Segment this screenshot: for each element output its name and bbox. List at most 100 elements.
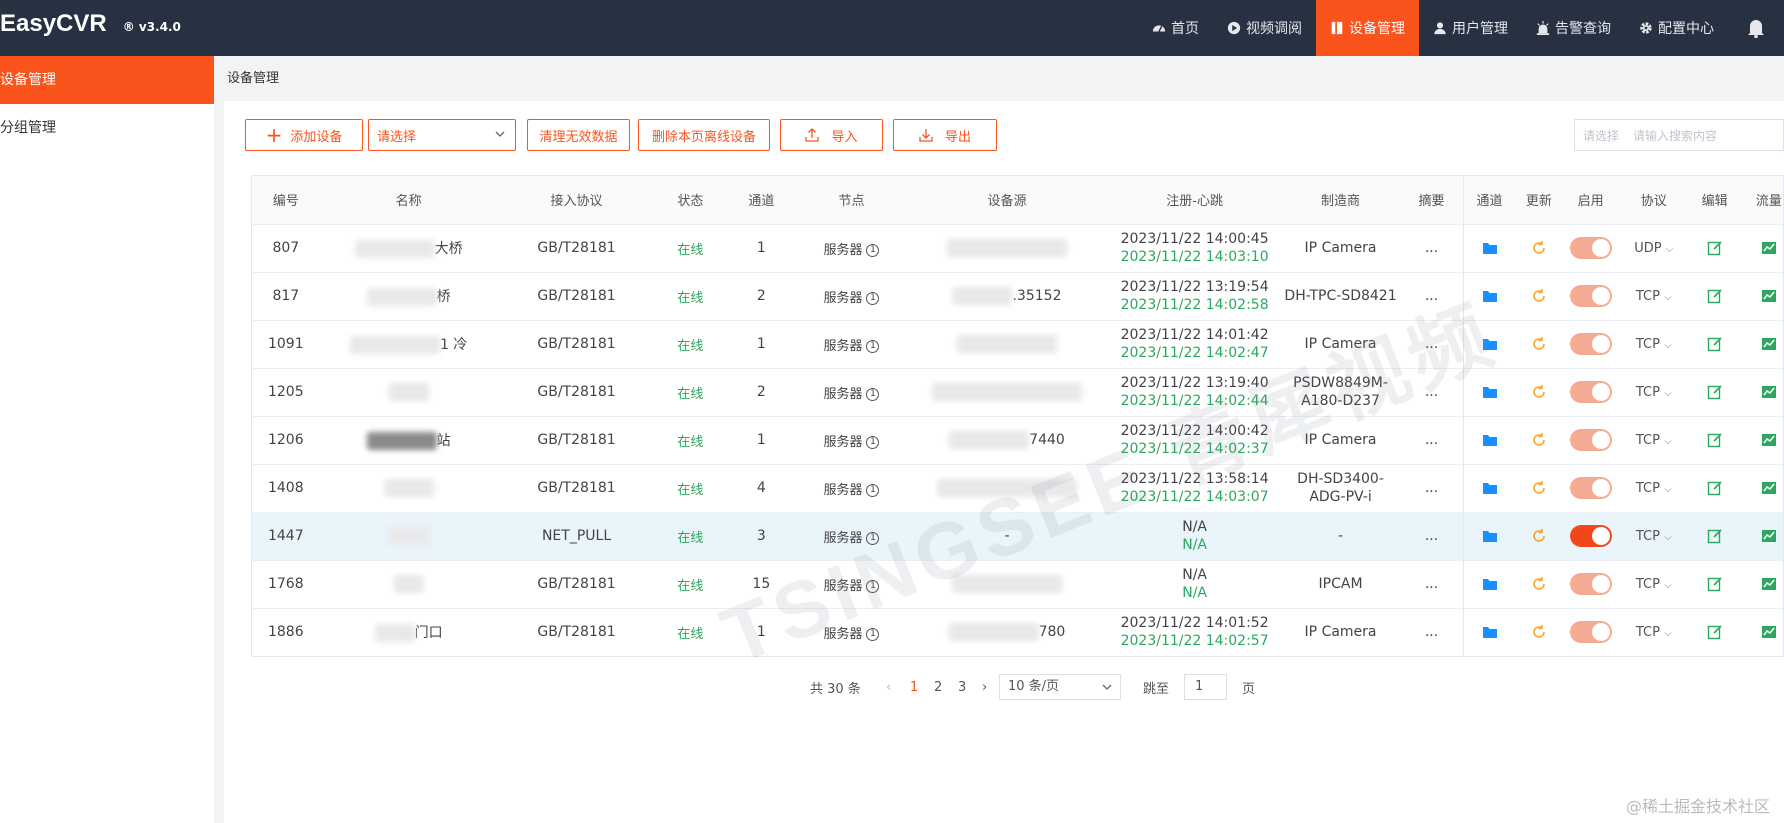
export-button[interactable]: 导出 xyxy=(893,119,997,151)
col-node[interactable]: 节点 xyxy=(797,176,906,225)
cell-summary[interactable]: ... xyxy=(1400,368,1464,417)
info-icon[interactable]: 1 xyxy=(866,435,880,449)
line-chart-icon[interactable] xyxy=(1761,384,1777,400)
table-row[interactable]: 1886 门口 GB/T28181 在线 1 服务器 1 780 2023/11/22 14:0… xyxy=(252,608,1783,656)
cell-summary[interactable]: ... xyxy=(1400,272,1464,321)
col-status[interactable]: 状态 xyxy=(655,176,726,225)
next-page-button[interactable]: › xyxy=(982,680,987,695)
edit-icon[interactable] xyxy=(1707,288,1723,304)
refresh-icon[interactable] xyxy=(1531,432,1547,448)
nav-device[interactable]: 设备管理 xyxy=(1316,0,1419,56)
info-icon[interactable]: 1 xyxy=(866,483,880,497)
page-3[interactable]: 3 xyxy=(958,680,966,695)
filter-select[interactable]: 请选择 xyxy=(368,119,516,151)
import-button[interactable]: 导入 xyxy=(780,119,883,151)
search-box[interactable]: 请选择 请输入搜索内容 xyxy=(1574,119,1784,151)
edit-icon[interactable] xyxy=(1707,576,1723,592)
col-source[interactable]: 设备源 xyxy=(905,176,1109,225)
search-input[interactable]: 请输入搜索内容 xyxy=(1633,127,1717,144)
line-chart-icon[interactable] xyxy=(1761,432,1777,448)
edit-icon[interactable] xyxy=(1707,480,1723,496)
refresh-icon[interactable] xyxy=(1531,288,1547,304)
refresh-icon[interactable] xyxy=(1531,384,1547,400)
info-icon[interactable]: 1 xyxy=(866,291,880,305)
clear-invalid-button[interactable]: 清理无效数据 xyxy=(527,119,630,151)
cell-summary[interactable]: ... xyxy=(1400,560,1464,609)
table-row[interactable]: 807 大桥 GB/T28181 在线 1 服务器 1 2023/11/22 14:00:45… xyxy=(252,224,1783,273)
cell-proto[interactable]: TCP ⌵ xyxy=(1618,272,1689,321)
cell-proto[interactable]: TCP ⌵ xyxy=(1618,416,1689,465)
table-row[interactable]: 1768 GB/T28181 在线 15 服务器 1 N/A N/A IPCAM... TCP ⌵ xyxy=(252,560,1783,609)
folder-icon[interactable] xyxy=(1482,384,1498,400)
edit-icon[interactable] xyxy=(1707,432,1723,448)
line-chart-icon[interactable] xyxy=(1761,288,1777,304)
refresh-icon[interactable] xyxy=(1531,528,1547,544)
folder-icon[interactable] xyxy=(1482,528,1498,544)
folder-icon[interactable] xyxy=(1482,624,1498,640)
info-icon[interactable]: 1 xyxy=(866,627,880,641)
col-channels[interactable]: 通道 xyxy=(725,176,798,225)
info-icon[interactable]: 1 xyxy=(866,579,880,593)
line-chart-icon[interactable] xyxy=(1761,240,1777,256)
page-2[interactable]: 2 xyxy=(934,680,942,695)
refresh-icon[interactable] xyxy=(1531,336,1547,352)
folder-icon[interactable] xyxy=(1482,576,1498,592)
sidebar-item-group-manage[interactable]: 分组管理 xyxy=(0,104,214,152)
nav-config[interactable]: 配置中心 xyxy=(1625,0,1728,56)
refresh-icon[interactable] xyxy=(1531,480,1547,496)
info-icon[interactable]: 1 xyxy=(866,243,880,257)
refresh-icon[interactable] xyxy=(1531,240,1547,256)
info-icon[interactable]: 1 xyxy=(866,339,880,353)
enable-toggle[interactable] xyxy=(1569,429,1612,451)
page-size-select[interactable]: 10 条/页 xyxy=(999,674,1121,700)
nav-alarm[interactable]: 告警查询 xyxy=(1522,0,1625,56)
cell-summary[interactable]: ... xyxy=(1400,224,1464,273)
edit-icon[interactable] xyxy=(1707,336,1723,352)
cell-proto[interactable]: TCP ⌵ xyxy=(1618,512,1689,561)
edit-icon[interactable] xyxy=(1707,384,1723,400)
edit-icon[interactable] xyxy=(1707,240,1723,256)
col-protocol[interactable]: 接入协议 xyxy=(497,176,656,225)
enable-toggle[interactable] xyxy=(1569,381,1612,403)
enable-toggle[interactable] xyxy=(1569,285,1612,307)
col-register-heartbeat[interactable]: 注册-心跳 xyxy=(1108,176,1281,225)
prev-page-button[interactable]: ‹ xyxy=(886,680,891,695)
folder-icon[interactable] xyxy=(1482,480,1498,496)
edit-icon[interactable] xyxy=(1707,624,1723,640)
cell-proto[interactable]: TCP ⌵ xyxy=(1618,320,1689,369)
search-type-select[interactable]: 请选择 xyxy=(1583,127,1619,144)
delete-offline-button[interactable]: 删除本页离线设备 xyxy=(638,119,770,151)
col-summary[interactable]: 摘要 xyxy=(1400,176,1464,225)
table-row[interactable]: 1205 GB/T28181 在线 2 服务器 1 2023/11/22 13:19:40 2… xyxy=(252,368,1783,417)
table-row[interactable]: 1091 1 冷 GB/T28181 在线 1 服务器 1 2023/11/22 14:01:… xyxy=(252,320,1783,369)
refresh-icon[interactable] xyxy=(1531,576,1547,592)
folder-icon[interactable] xyxy=(1482,240,1498,256)
enable-toggle[interactable] xyxy=(1569,477,1612,499)
line-chart-icon[interactable] xyxy=(1761,336,1777,352)
line-chart-icon[interactable] xyxy=(1761,480,1777,496)
col-name[interactable]: 名称 xyxy=(319,176,498,225)
table-row[interactable]: 1206 站 GB/T28181 在线 1 服务器 1 7440 2023/11/22 14:0… xyxy=(252,416,1783,465)
cell-proto[interactable]: TCP ⌵ xyxy=(1618,464,1689,513)
table-row[interactable]: 1447 NET_PULL 在线 3 服务器 1- N/A N/A -... TCP ⌵ xyxy=(252,512,1783,561)
cell-proto[interactable]: UDP ⌵ xyxy=(1618,224,1689,273)
folder-icon[interactable] xyxy=(1482,336,1498,352)
table-row[interactable]: 1408 GB/T28181 在线 4 服务器 1 2023/11/22 13:58:14 2… xyxy=(252,464,1783,513)
table-row[interactable]: 817 桥 GB/T28181 在线 2 服务器 1.35152 2023/11/22 13:… xyxy=(252,272,1783,321)
cell-summary[interactable]: ... xyxy=(1400,416,1464,465)
cell-proto[interactable]: TCP ⌵ xyxy=(1618,608,1689,656)
info-icon[interactable]: 1 xyxy=(866,531,880,545)
enable-toggle[interactable] xyxy=(1569,237,1612,259)
enable-toggle[interactable] xyxy=(1569,333,1612,355)
enable-toggle[interactable] xyxy=(1569,621,1612,643)
cell-proto[interactable]: TCP ⌵ xyxy=(1618,560,1689,609)
cell-summary[interactable]: ... xyxy=(1400,320,1464,369)
folder-icon[interactable] xyxy=(1482,288,1498,304)
add-device-button[interactable]: + 添加设备 xyxy=(245,119,363,151)
line-chart-icon[interactable] xyxy=(1761,576,1777,592)
line-chart-icon[interactable] xyxy=(1761,624,1777,640)
page-1[interactable]: 1 xyxy=(910,680,918,695)
cell-summary[interactable]: ... xyxy=(1400,464,1464,513)
cell-summary[interactable]: ... xyxy=(1400,512,1464,561)
edit-icon[interactable] xyxy=(1707,528,1723,544)
